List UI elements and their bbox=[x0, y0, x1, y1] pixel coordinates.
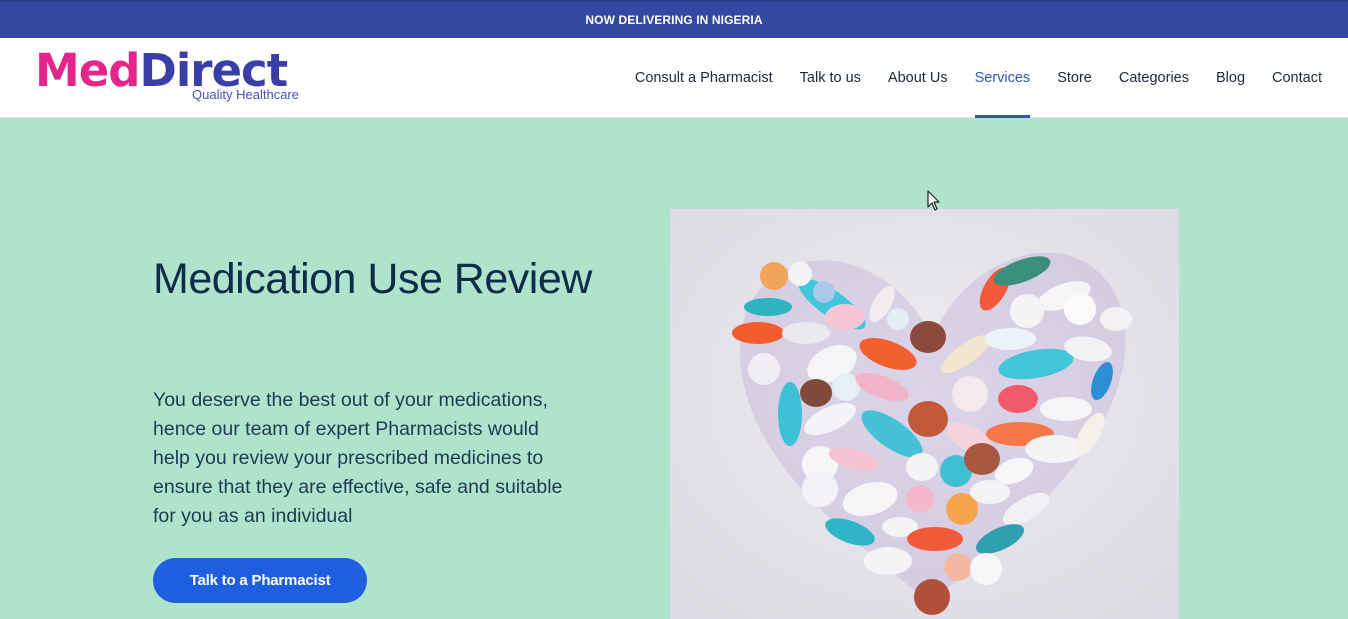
nav-item-services[interactable]: Services bbox=[974, 38, 1030, 118]
nav-item-talk-to-us[interactable]: Talk to us bbox=[800, 38, 861, 118]
pills-heart-illustration bbox=[670, 209, 1179, 619]
mouse-cursor-icon bbox=[927, 190, 940, 211]
talk-to-pharmacist-button[interactable]: Talk to a Pharmacist bbox=[153, 558, 367, 603]
logo-tagline: Quality Healthcare bbox=[192, 87, 299, 102]
nav-item-contact[interactable]: Contact bbox=[1272, 38, 1322, 118]
hero-title: Medication Use Review bbox=[153, 255, 592, 303]
main-nav: Consult a Pharmacist Talk to us About Us… bbox=[635, 38, 1322, 118]
hero-description: You deserve the best out of your medicat… bbox=[153, 389, 563, 527]
announcement-bar: NOW DELIVERING IN NIGERIA bbox=[0, 0, 1348, 38]
site-header: MedDirect Quality Healthcare Consult a P… bbox=[0, 38, 1348, 118]
nav-item-store[interactable]: Store bbox=[1057, 38, 1092, 118]
announcement-text: NOW DELIVERING IN NIGERIA bbox=[585, 13, 763, 27]
nav-item-blog[interactable]: Blog bbox=[1216, 38, 1245, 118]
site-logo[interactable]: MedDirect Quality Healthcare bbox=[35, 48, 305, 106]
hero-image-pills-heart bbox=[670, 209, 1179, 619]
nav-item-consult-a-pharmacist[interactable]: Consult a Pharmacist bbox=[635, 38, 773, 118]
nav-item-categories[interactable]: Categories bbox=[1119, 38, 1189, 118]
nav-item-about-us[interactable]: About Us bbox=[888, 38, 948, 118]
